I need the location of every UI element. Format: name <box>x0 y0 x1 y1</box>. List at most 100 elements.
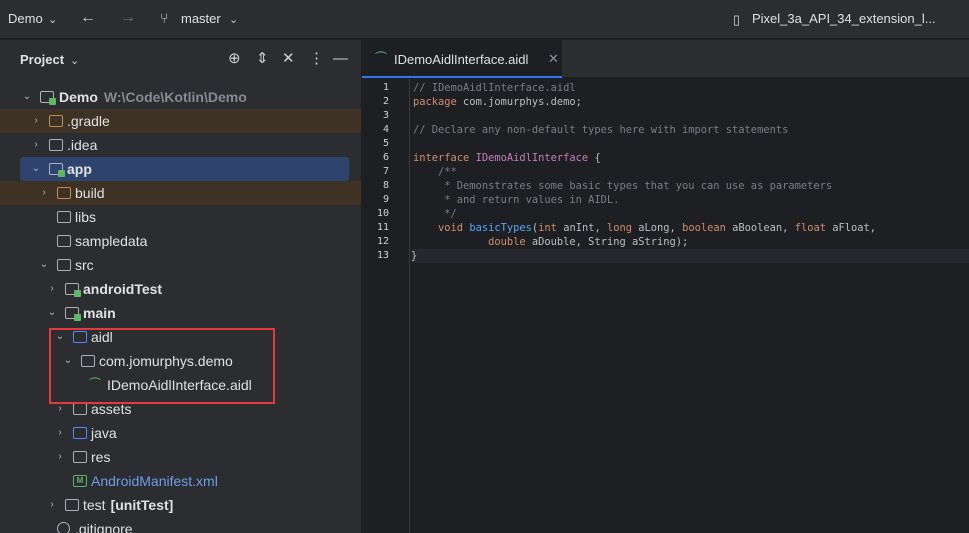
tree-item-label: aidl <box>91 329 113 345</box>
editor-panel: ⏜ IDemoAidlInterface.aidl ✕ 1 2 3 4 5 6 7 8 9 10 1… <box>362 40 969 533</box>
folder-icon <box>73 331 87 343</box>
tree-item-idea[interactable]: › .idea <box>0 133 361 157</box>
project-switcher[interactable]: Demo <box>8 11 43 26</box>
chevron-right-icon[interactable]: › <box>54 397 66 421</box>
line-number-gutter: 1 2 3 4 5 6 7 8 9 10 11 12 13 <box>362 79 410 533</box>
folder-icon <box>73 427 87 439</box>
line-number: 8 <box>382 180 389 191</box>
tree-item-java[interactable]: › java <box>0 421 361 445</box>
chevron-down-icon[interactable]: ⌄ <box>30 157 42 181</box>
chevron-down-icon[interactable]: ⌄ <box>38 253 50 277</box>
tree-item-demo[interactable]: ⌄ Demo W:\Code\Kotlin\Demo <box>0 85 361 109</box>
close-icon[interactable]: ✕ <box>548 51 559 67</box>
tree-item-label: .gitignore <box>75 521 133 533</box>
expand-icon[interactable]: ⇕ <box>256 50 269 68</box>
line-number: 12 <box>376 236 389 247</box>
tree-item-label: test <box>83 497 106 513</box>
tree-item-aidl-file[interactable]: ⏜ IDemoAidlInterface.aidl <box>0 373 361 397</box>
folder-icon <box>57 211 71 223</box>
folder-icon <box>65 283 81 297</box>
tree-item-label: assets <box>91 401 132 417</box>
branch-selector[interactable]: master <box>181 11 221 26</box>
folder-icon <box>65 307 81 321</box>
tree-item-manifest[interactable]: M AndroidManifest.xml <box>0 469 361 493</box>
module-icon <box>40 91 56 105</box>
chevron-right-icon[interactable]: › <box>46 493 58 517</box>
tree-item-label: res <box>91 449 111 465</box>
arrow-right-icon[interactable]: → <box>120 8 136 28</box>
code-line: * Demonstrates some basic types that you… <box>413 180 833 192</box>
chevron-right-icon[interactable]: › <box>30 133 42 157</box>
tree-item-label: IDemoAidlInterface.aidl <box>107 377 252 393</box>
tree-item-label: com.jomurphys.demo <box>99 353 233 369</box>
tree-item-package[interactable]: ⌄ com.jomurphys.demo <box>0 349 361 373</box>
code-line: /** <box>413 166 457 178</box>
tree-item-label: AndroidManifest.xml <box>91 473 218 489</box>
line-number: 10 <box>376 208 389 219</box>
arrow-left-icon[interactable]: ← <box>80 8 96 28</box>
tree-item-label: .gradle <box>67 113 110 129</box>
tree-item-label: src <box>75 257 94 273</box>
chevron-down-icon[interactable]: ⌄ <box>21 85 33 109</box>
line-number: 13 <box>376 250 389 261</box>
tree-item-libs[interactable]: libs <box>0 205 361 229</box>
tree-item-src[interactable]: ⌄ src <box>0 253 361 277</box>
tree-item-main[interactable]: ⌄ main <box>0 301 361 325</box>
chevron-down-icon[interactable]: ⌄ <box>70 52 79 70</box>
code-line: interface IDemoAidlInterface { <box>413 152 601 164</box>
tree-item-gitignore[interactable]: .gitignore <box>0 517 361 533</box>
chevron-right-icon[interactable]: › <box>30 109 42 133</box>
title-bar: Demo ⌄ ← → ⑂ master ⌄ ▯ Pixel_3a_API_34_… <box>0 0 969 39</box>
tree-item-sampledata[interactable]: sampledata <box>0 229 361 253</box>
tree-item-androidtest[interactable]: › androidTest <box>0 277 361 301</box>
android-file-icon: ⏜ <box>89 377 101 391</box>
code-line: // IDemoAidlInterface.aidl <box>413 82 576 94</box>
project-view-selector[interactable]: Project <box>20 52 64 67</box>
code-line: } <box>411 249 969 263</box>
chevron-down-icon[interactable]: ⌄ <box>48 10 57 30</box>
code-line: * and return values in AIDL. <box>413 194 620 206</box>
collapse-icon[interactable]: ✕ <box>282 50 295 68</box>
line-number: 4 <box>382 124 389 135</box>
tree-item-tag: [unitTest] <box>110 497 174 513</box>
line-number: 9 <box>382 194 389 205</box>
tree-item-label: build <box>75 185 105 201</box>
code-line: void basicTypes(int anInt, long aLong, b… <box>438 222 877 234</box>
chevron-right-icon[interactable]: › <box>38 181 50 205</box>
locate-icon[interactable]: ⊕ <box>228 50 241 68</box>
line-number: 7 <box>382 166 389 177</box>
more-icon[interactable]: ⋮ <box>309 50 324 68</box>
module-icon <box>49 163 65 177</box>
manifest-icon: M <box>73 475 87 487</box>
folder-icon <box>57 259 71 271</box>
tree-item-gradle[interactable]: › .gradle <box>0 109 361 133</box>
tree-item-assets[interactable]: › assets <box>0 397 361 421</box>
tree-item-aidl[interactable]: ⌄ aidl <box>0 325 361 349</box>
chevron-right-icon[interactable]: › <box>54 445 66 469</box>
chevron-down-icon[interactable]: ⌄ <box>229 10 238 30</box>
folder-icon <box>49 115 63 127</box>
folder-icon <box>65 499 79 511</box>
ignore-file-icon <box>57 522 70 533</box>
line-number: 2 <box>382 96 389 107</box>
tree-item-test[interactable]: › test [unitTest] <box>0 493 361 517</box>
branch-icon[interactable]: ⑂ <box>160 8 168 28</box>
code-line: package com.jomurphys.demo; <box>413 96 582 108</box>
device-selector[interactable]: Pixel_3a_API_34_extension_l... <box>752 11 936 26</box>
chevron-down-icon[interactable]: ⌄ <box>62 349 74 373</box>
chevron-down-icon[interactable]: ⌄ <box>54 325 66 349</box>
minimize-icon[interactable]: — <box>333 50 348 68</box>
chevron-right-icon[interactable]: › <box>54 421 66 445</box>
tab-aidl-file[interactable]: ⏜ IDemoAidlInterface.aidl ✕ <box>362 40 562 78</box>
tree-item-label: Demo <box>59 89 98 105</box>
tree-item-label: libs <box>75 209 97 225</box>
chevron-right-icon[interactable]: › <box>46 277 58 301</box>
tree-item-res[interactable]: › res <box>0 445 361 469</box>
line-number: 3 <box>382 110 389 121</box>
chevron-down-icon[interactable]: ⌄ <box>46 301 58 325</box>
code-line: double aDouble, String aString); <box>488 236 689 248</box>
tree-item-build[interactable]: › build <box>0 181 361 205</box>
project-panel-header: Project ⌄ ⊕ ⇕ ✕ ⋮ — <box>0 40 361 80</box>
code-line: */ <box>413 208 457 220</box>
tree-item-app[interactable]: ⌄ app <box>20 157 349 181</box>
